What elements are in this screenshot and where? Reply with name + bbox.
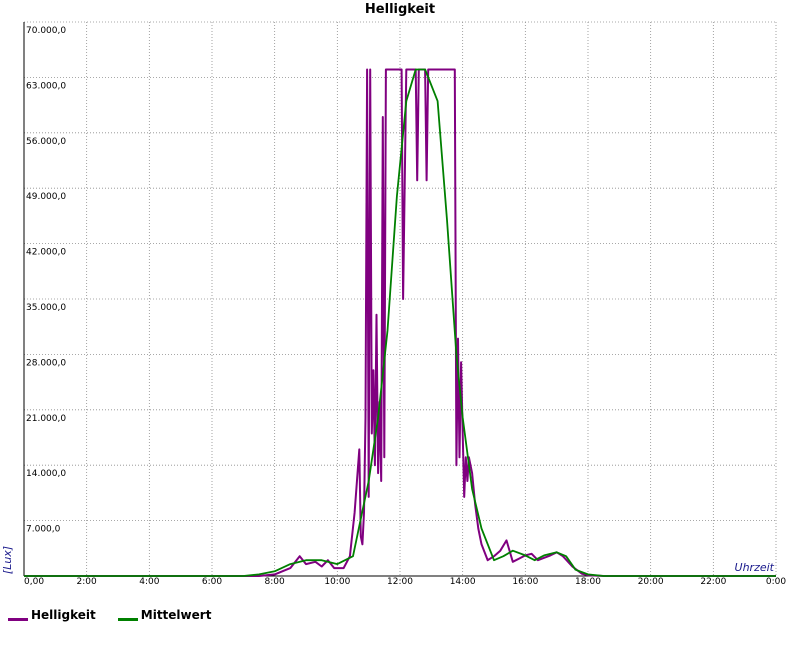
legend-swatch-helligkeit [8,617,28,621]
y-tick-label: 70.000,0 [26,26,66,36]
chart-title: Helligkeit [365,2,435,17]
y-tick-label: 56.000,0 [26,137,66,147]
legend-swatch-mittelwert [117,617,138,621]
y-axis-label: [Lux] [1,546,14,574]
y-tick-label: 63.000,0 [26,81,66,91]
x-tick-label: 22:00 [700,577,726,587]
legend: Helligkeit Mittelwert [8,608,211,622]
x-tick-label: 18:00 [575,577,601,587]
y-tick-label: 7.000,0 [26,525,61,535]
y-tick-label: 49.000,0 [26,192,66,202]
x-tick-label: 14:00 [450,577,476,587]
x-tick-label: 6:00 [202,577,222,587]
x-tick-label: 4:00 [139,577,159,587]
y-tick-label: 35.000,0 [26,303,66,313]
x-tick-label: 16:00 [512,577,538,587]
x-tick-labels: 0,00 2:00 4:00 6:00 8:00 10:00 12:00 14:00 16:00… [24,577,786,587]
x-tick-label: 8:00 [265,577,285,587]
x-tick-label: 0:00 [766,577,786,587]
x-tick-label: 0,00 [24,577,44,587]
x-tick-label: 2:00 [77,577,97,587]
x-axis-label: Uhrzeit [735,561,775,574]
y-tick-label: 14.000,0 [26,469,66,479]
legend-label-helligkeit: Helligkeit [31,608,96,622]
y-tick-label: 28.000,0 [26,358,66,368]
y-tick-label: 42.000,0 [26,248,66,258]
y-tick-label: 21.000,0 [26,414,66,424]
legend-item-helligkeit: Helligkeit [8,608,96,622]
legend-label-mittelwert: Mittelwert [140,608,212,622]
chart: 0,00 2:00 4:00 6:00 8:00 10:00 12:00 14:00 16:00… [1,2,786,587]
x-tick-label: 20:00 [638,577,664,587]
x-tick-label: 12:00 [387,577,413,587]
x-tick-label: 10:00 [324,577,350,587]
legend-item-mittelwert: Mittelwert [117,608,212,622]
